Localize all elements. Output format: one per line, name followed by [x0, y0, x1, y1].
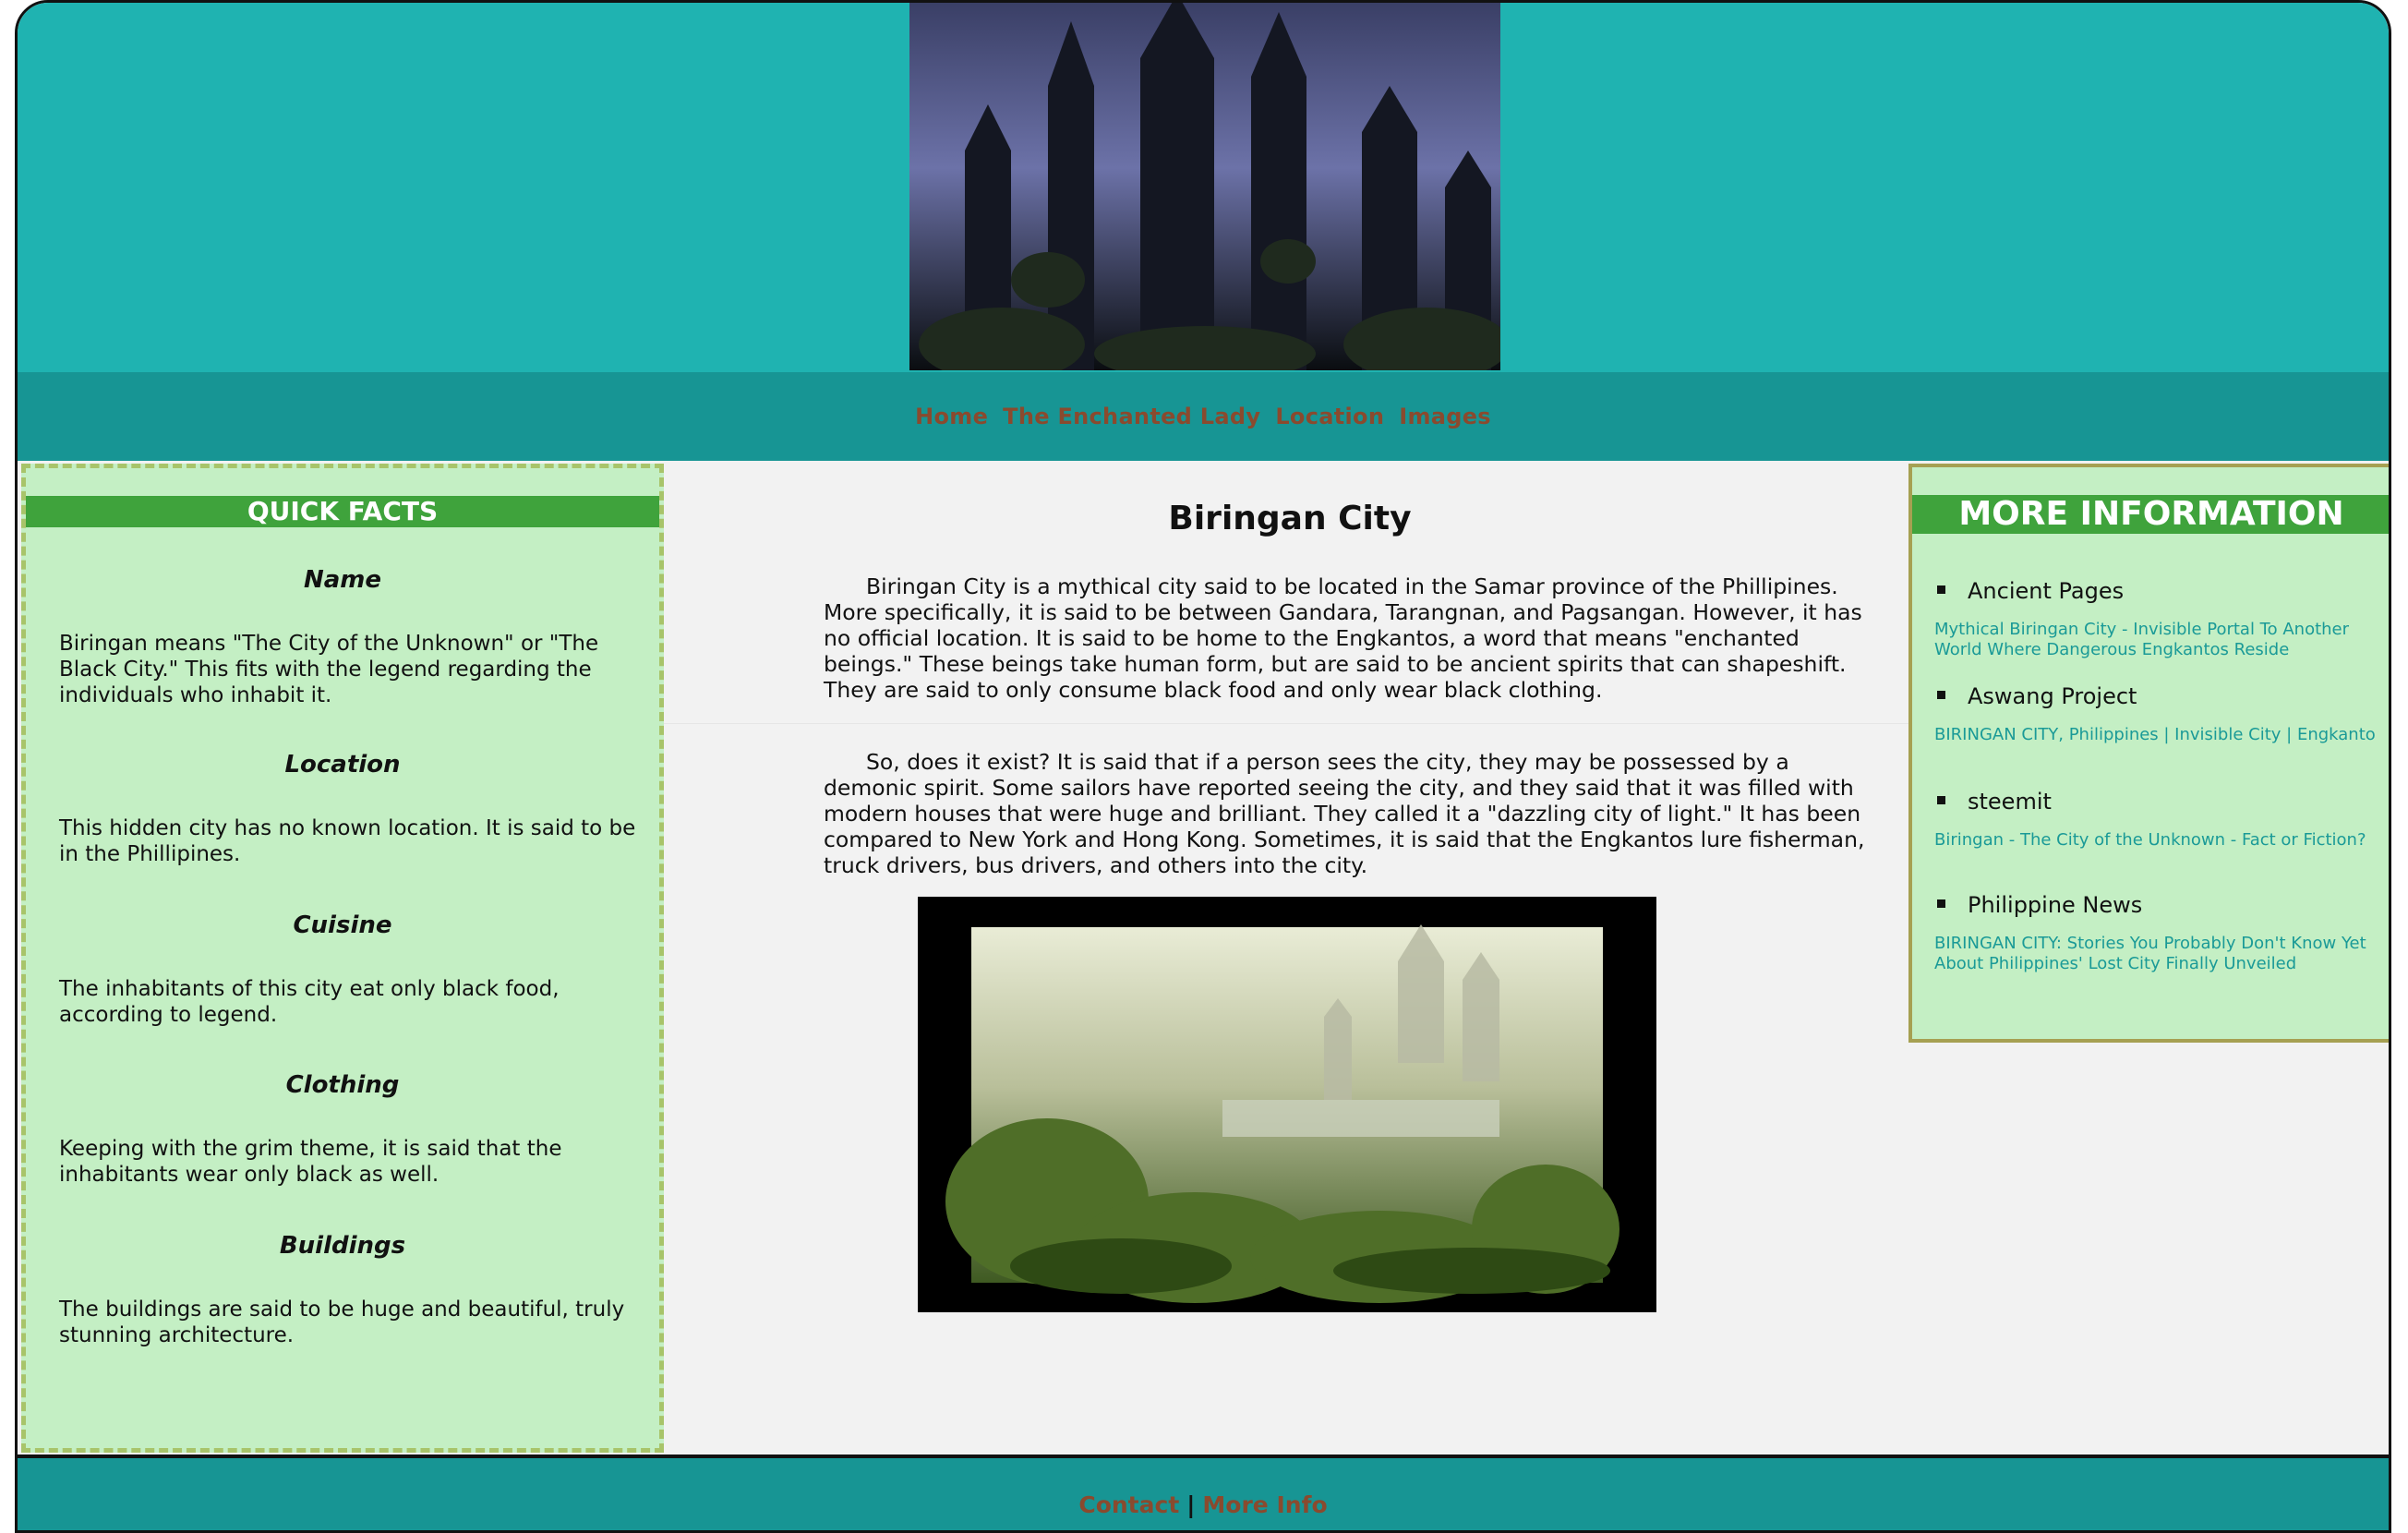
fact-text-cuisine: The inhabitants of this city eat only bl…	[59, 977, 560, 1027]
source-link[interactable]: BIRINGAN CITY, Philippines | Invisible C…	[1934, 725, 2378, 745]
fact-heading-location: Location	[284, 751, 401, 779]
source-link[interactable]: Biringan - The City of the Unknown - Fac…	[1934, 830, 2378, 851]
source-name: Philippine News	[1937, 892, 2142, 918]
nav-images-link[interactable]: Images	[1399, 404, 1491, 429]
fact-heading-cuisine: Cuisine	[293, 911, 392, 939]
source-link[interactable]: BIRINGAN CITY: Stories You Probably Don'…	[1934, 934, 2378, 974]
footer: Contact | More Info	[18, 1455, 2389, 1530]
intro-paragraph: Biringan City is a mythical city said to…	[824, 573, 1862, 703]
fact-text-buildings: The buildings are said to be huge and be…	[59, 1298, 625, 1347]
fact-heading-buildings: Buildings	[279, 1232, 406, 1260]
source-name: steemit	[1937, 789, 2052, 815]
content-divider	[664, 723, 1916, 724]
nav-enchanted-lady-link[interactable]: The Enchanted Lady	[1003, 404, 1260, 429]
main-nav: Home The Enchanted Lady Location Images	[18, 372, 2389, 461]
fact-heading-name: Name	[303, 566, 382, 594]
source-name: Aswang Project	[1937, 683, 2137, 709]
header	[18, 3, 2389, 372]
city-landscape-image	[918, 897, 1656, 1312]
source-name: Ancient Pages	[1937, 578, 2124, 604]
page-frame: Home The Enchanted Lady Location Images …	[15, 0, 2391, 1533]
page-title: Biringan City	[1168, 500, 1412, 537]
quick-facts-title: QUICK FACTS	[26, 496, 659, 527]
fact-text-name: Biringan means "The City of the Unknown"…	[59, 632, 599, 707]
fact-text-location: This hidden city has no known location. …	[59, 816, 636, 866]
hero-image	[909, 3, 1500, 370]
source-link[interactable]: Mythical Biringan City - Invisible Porta…	[1934, 620, 2378, 660]
fact-text-clothing: Keeping with the grim theme, it is said …	[59, 1137, 562, 1187]
fact-heading-clothing: Clothing	[285, 1071, 400, 1099]
more-info-title: MORE INFORMATION	[1912, 495, 2389, 534]
nav-home-link[interactable]: Home	[915, 404, 988, 429]
more-info-panel: MORE INFORMATION Ancient Pages Mythical …	[1908, 464, 2389, 1043]
quick-facts-panel: QUICK FACTS Name Biringan means "The Cit…	[21, 464, 664, 1453]
existence-paragraph: So, does it exist? It is said that if a …	[824, 749, 1865, 878]
nav-location-link[interactable]: Location	[1275, 404, 1384, 429]
